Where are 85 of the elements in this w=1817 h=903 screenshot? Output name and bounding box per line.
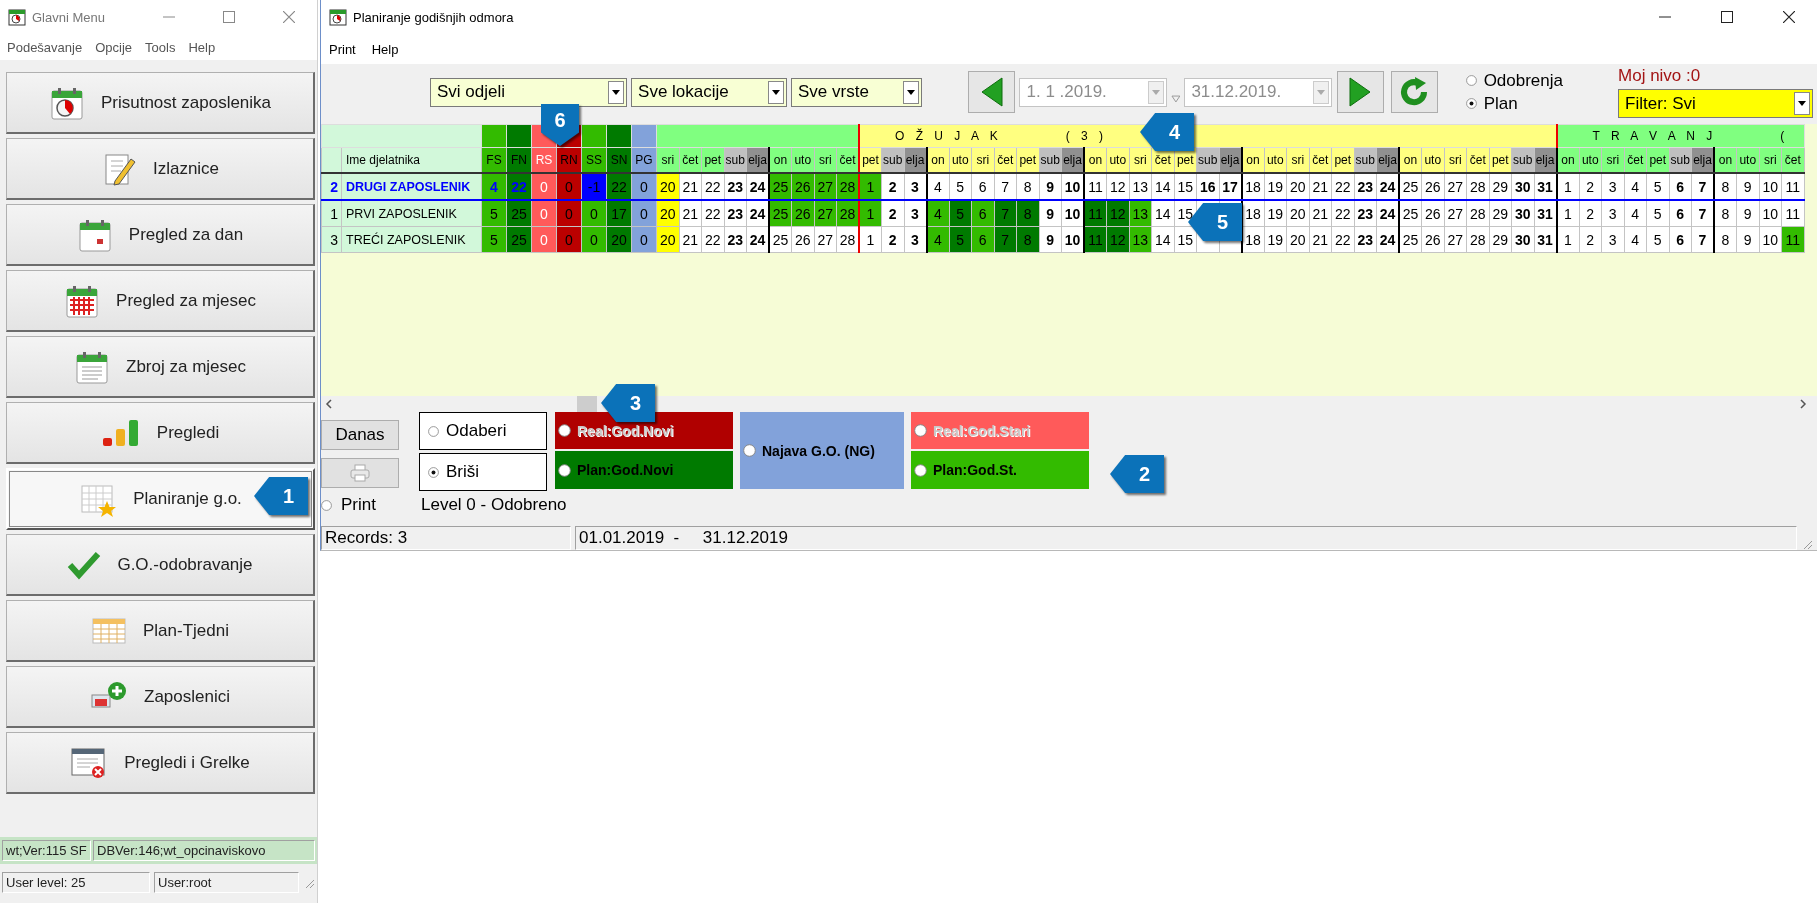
row-number: 3: [321, 226, 342, 253]
menu-item[interactable]: Print: [329, 41, 356, 57]
menu-button[interactable]: Pregled za mjesec: [6, 270, 315, 332]
radio-icon[interactable]: [743, 444, 756, 457]
menu-button[interactable]: Pregled za dan: [6, 204, 315, 266]
records-label: Records: 3: [321, 526, 571, 550]
menu-button[interactable]: G.O.-odobravanje: [6, 534, 315, 596]
employee-name: PRVI ZAPOSLENIK: [341, 200, 482, 227]
printer-icon: [350, 464, 370, 482]
legend-option[interactable]: Najava G.O. (NG): [740, 412, 904, 489]
level-label: Moj nivo :0: [1618, 66, 1702, 86]
app-icon: [8, 8, 26, 26]
period-label: 01.01.2019 - 31.12.2019: [575, 526, 1797, 550]
close-icon[interactable]: [1783, 11, 1795, 23]
menu-item[interactable]: Tools: [145, 39, 176, 55]
menu-button[interactable]: Zaposlenici: [6, 666, 315, 728]
department-dropdown[interactable]: Svi odjeli: [430, 77, 628, 107]
header-cell: [481, 124, 507, 148]
menu-button[interactable]: Pregledi i Grelke: [6, 732, 315, 794]
legend-option[interactable]: Plan:God.St.: [911, 451, 1089, 489]
scroll-left-icon[interactable]: [325, 399, 333, 409]
menu-button[interactable]: Izlaznice: [6, 138, 315, 200]
version-label: wt;Ver:115 SF: [2, 840, 91, 861]
scrollbar-thumb[interactable]: [577, 396, 597, 412]
weekday-header: pet: [859, 147, 882, 173]
window-title: Glavni Menu: [32, 9, 105, 25]
header-cell: [606, 124, 632, 148]
size-grip-icon: [1801, 538, 1813, 550]
menu-item[interactable]: Opcije: [95, 39, 133, 55]
menu-item[interactable]: Podešavanje: [7, 39, 83, 55]
level-status-label: Level 0 - Odobreno: [421, 495, 567, 515]
month-number: ( 3 ): [1065, 129, 1108, 143]
menu-button[interactable]: Pregledi: [6, 402, 315, 464]
column-header: Ime djelatnika: [341, 147, 482, 173]
day-cell: 1: [859, 173, 882, 200]
user-label: User:root: [154, 872, 299, 893]
radio-icon[interactable]: [428, 466, 439, 478]
legend-option[interactable]: Plan:God.Novi: [555, 451, 733, 489]
filter-dropdown[interactable]: Filter: Svi: [1618, 89, 1813, 118]
left-arrow-icon: [980, 77, 1003, 107]
window-title: Planiranje godišnjih odmora: [353, 9, 514, 25]
app-icon: [329, 8, 347, 26]
month-name: T R A V A N J: [1592, 129, 1717, 143]
row-number: 2: [321, 173, 342, 200]
radio-option[interactable]: Print: [321, 495, 421, 515]
menu-button[interactable]: Zbroj za mjesec: [6, 336, 315, 398]
radio-icon[interactable]: [1465, 75, 1477, 86]
right-arrow-icon: [1349, 77, 1372, 107]
menu-item[interactable]: Help: [188, 39, 216, 55]
category-dropdown[interactable]: Sve vrste: [791, 77, 923, 107]
header-cell: [581, 124, 607, 148]
row-number: 1: [321, 200, 342, 227]
radio-icon[interactable]: [321, 499, 332, 511]
scroll-right-icon[interactable]: [1799, 399, 1807, 409]
database-label: DBVer:146;wt_opcinaviskovo: [93, 840, 315, 861]
checkmark-icon: [67, 549, 102, 580]
radio-icon[interactable]: [428, 425, 439, 437]
month-name: O Ž U J A K: [895, 129, 1002, 143]
radio-option[interactable]: Plan: [1465, 93, 1563, 114]
menu-button[interactable]: Plan-Tjedni: [6, 600, 315, 662]
month-number: (: [1780, 129, 1789, 143]
week-table-icon: [91, 615, 127, 646]
next-button[interactable]: [1336, 71, 1384, 113]
radio-option[interactable]: Odobrenja: [1465, 70, 1563, 91]
bar-chart-icon: [100, 417, 141, 448]
day-cell: 1: [859, 226, 882, 253]
header-cell: [506, 124, 532, 148]
employee-name: DRUGI ZAPOSLENIK: [341, 173, 482, 200]
menu-item[interactable]: Help: [371, 41, 399, 57]
refresh-button[interactable]: [1390, 71, 1438, 113]
location-dropdown[interactable]: Sve lokacije: [631, 77, 787, 107]
radio-option[interactable]: Briši: [419, 453, 547, 491]
maximize-icon[interactable]: [1721, 11, 1733, 23]
refresh-icon: [1399, 77, 1430, 107]
radio-icon[interactable]: [914, 463, 927, 477]
header-cell: [631, 124, 657, 148]
radio-icon[interactable]: [1465, 98, 1477, 109]
user-level-label: User level: 25: [2, 872, 150, 893]
radio-option[interactable]: Odaberi: [419, 412, 547, 450]
previous-button[interactable]: [968, 71, 1016, 113]
day-cell: 1: [859, 200, 882, 227]
today-button[interactable]: Danas: [321, 420, 399, 450]
radio-icon[interactable]: [558, 463, 571, 477]
employee-name: TREĆI ZAPOSLENIK: [341, 226, 482, 253]
menu-button[interactable]: Prisutnost zaposlenika: [6, 72, 315, 134]
